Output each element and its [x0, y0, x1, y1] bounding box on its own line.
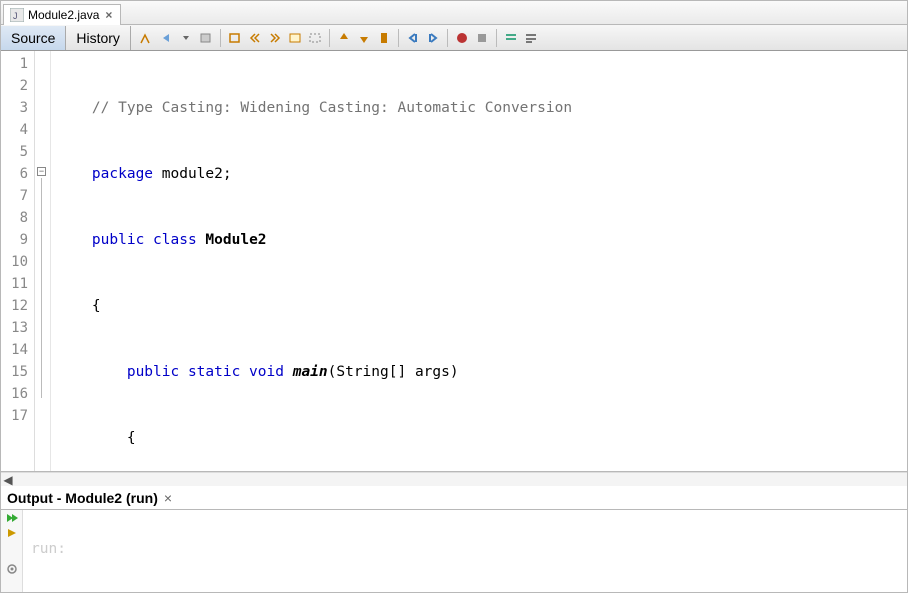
file-tab-bar: J Module2.java ×: [1, 1, 907, 25]
code-keyword: public class: [92, 232, 206, 248]
tab-history[interactable]: History: [66, 26, 131, 50]
find-next-icon[interactable]: [266, 29, 284, 47]
output-line: run:: [31, 538, 899, 560]
close-icon[interactable]: ×: [164, 490, 172, 506]
output-panel: run: The integer is 12 The converted int…: [1, 510, 907, 592]
find-prev-icon[interactable]: [246, 29, 264, 47]
find-selection-icon[interactable]: [226, 29, 244, 47]
fold-collapse-icon[interactable]: −: [37, 167, 46, 176]
macro-stop-icon[interactable]: [473, 29, 491, 47]
prev-bookmark-icon[interactable]: [335, 29, 353, 47]
uncomment-icon[interactable]: [522, 29, 540, 47]
line-number: 5: [1, 141, 34, 163]
line-number: 9: [1, 229, 34, 251]
code-method: main: [293, 364, 328, 380]
last-edit-icon[interactable]: [137, 29, 155, 47]
separator: [398, 29, 399, 47]
fold-guide-line: [41, 178, 42, 398]
separator: [447, 29, 448, 47]
code-area[interactable]: // Type Casting: Widening Casting: Autom…: [51, 51, 907, 471]
java-file-icon: J: [10, 8, 24, 22]
toggle-highlight-icon[interactable]: [306, 29, 324, 47]
forward-icon[interactable]: [197, 29, 215, 47]
line-number: 11: [1, 273, 34, 295]
line-number: 7: [1, 185, 34, 207]
horizontal-scrollbar[interactable]: ◀: [1, 472, 907, 486]
dropdown-icon[interactable]: [177, 29, 195, 47]
output-tab-label: Output - Module2 (run): [7, 490, 158, 506]
file-tab[interactable]: J Module2.java ×: [3, 4, 121, 25]
line-number: 13: [1, 317, 34, 339]
file-tab-label: Module2.java: [28, 8, 99, 22]
line-number: 4: [1, 119, 34, 141]
run-icon[interactable]: [5, 527, 19, 539]
rerun-icon[interactable]: [5, 512, 19, 524]
line-number: 6: [1, 163, 34, 185]
code-classname: Module2: [205, 232, 266, 248]
toolbar-buttons: [131, 29, 540, 47]
shift-right-icon[interactable]: [424, 29, 442, 47]
back-icon[interactable]: [157, 29, 175, 47]
separator: [496, 29, 497, 47]
scroll-left-icon[interactable]: ◀: [1, 473, 15, 487]
macro-record-icon[interactable]: [453, 29, 471, 47]
code-text: (String[] args): [328, 364, 459, 380]
close-icon[interactable]: ×: [103, 8, 114, 22]
editor-toolbar: Source History: [1, 25, 907, 51]
line-number: 8: [1, 207, 34, 229]
line-number: 14: [1, 339, 34, 361]
next-bookmark-icon[interactable]: [355, 29, 373, 47]
output-side-toolbar: [1, 510, 23, 592]
line-number: 3: [1, 97, 34, 119]
code-text: module2;: [153, 166, 232, 182]
code-keyword: public static void: [127, 364, 293, 380]
code-comment: // Type Casting: Widening Casting: Autom…: [92, 100, 572, 116]
line-number: 10: [1, 251, 34, 273]
comment-icon[interactable]: [502, 29, 520, 47]
code-editor[interactable]: 1 2 3 4 5 6 7 8 9 10 11 12 13 14 15 16 1…: [1, 51, 907, 472]
line-number: 15: [1, 361, 34, 383]
code-brace: {: [127, 430, 136, 446]
separator: [220, 29, 221, 47]
svg-text:J: J: [13, 11, 18, 21]
fold-column: −: [35, 51, 51, 471]
separator: [329, 29, 330, 47]
line-number-gutter: 1 2 3 4 5 6 7 8 9 10 11 12 13 14 15 16 1…: [1, 51, 35, 471]
code-brace: {: [92, 298, 101, 314]
line-number: 1: [1, 53, 34, 75]
line-number: 2: [1, 75, 34, 97]
line-number: 16: [1, 383, 34, 405]
highlight-icon[interactable]: [286, 29, 304, 47]
tab-source[interactable]: Source: [1, 26, 66, 50]
shift-left-icon[interactable]: [404, 29, 422, 47]
line-number: 17: [1, 405, 34, 427]
settings-icon[interactable]: [5, 563, 19, 575]
output-tab[interactable]: Output - Module2 (run) ×: [1, 486, 907, 510]
toggle-bookmark-icon[interactable]: [375, 29, 393, 47]
line-number: 12: [1, 295, 34, 317]
output-text[interactable]: run: The integer is 12 The converted int…: [23, 510, 907, 592]
code-keyword: package: [92, 166, 153, 182]
